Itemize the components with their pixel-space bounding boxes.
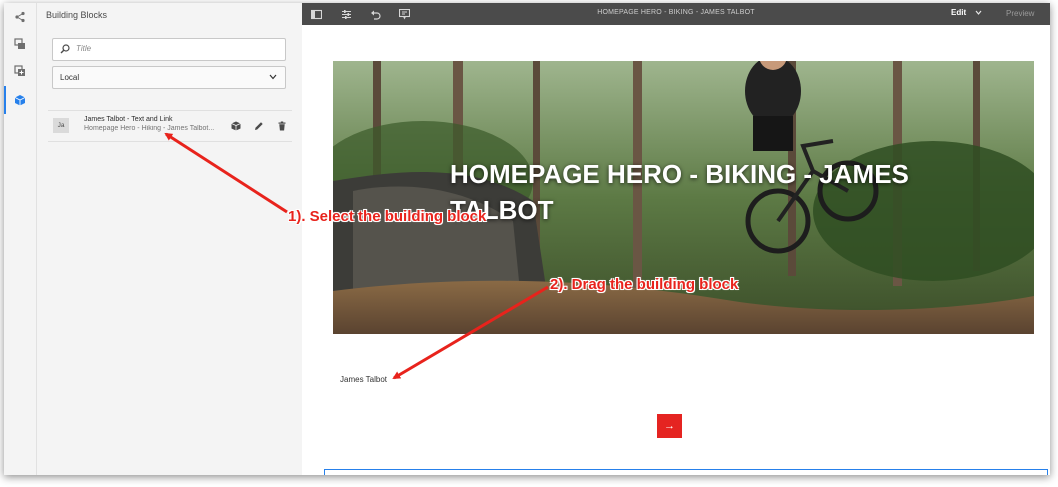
annotation-step1: 1). Select the building block (288, 208, 487, 225)
filter-select[interactable]: Local (52, 66, 286, 89)
chevron-down-icon (269, 74, 277, 80)
annotate-icon[interactable] (398, 8, 410, 20)
building-blocks-icon[interactable] (4, 86, 30, 114)
search-placeholder: Title (76, 44, 92, 53)
delete-icon[interactable] (276, 120, 287, 131)
share-icon[interactable] (10, 7, 30, 27)
arrow-right-button[interactable]: → (657, 414, 682, 438)
item-title: James Talbot - Text and Link (84, 116, 173, 123)
undo-icon[interactable] (369, 8, 381, 20)
preview-button[interactable]: Preview (1006, 9, 1034, 18)
panel-title: Building Blocks (46, 10, 108, 20)
hero-image[interactable]: HOMEPAGE HERO - BIKING - JAMES TALBOT (333, 61, 1034, 334)
editor-window: Building Blocks Title Local Ja James Tal… (4, 3, 1050, 475)
editor-toolbar: HOMEPAGE HERO - BIKING - JAMES TALBOT Ed… (302, 3, 1050, 25)
drop-zone[interactable] (324, 469, 1048, 475)
annotation-step2: 2). Drag the building block (550, 276, 739, 293)
chevron-down-icon[interactable] (975, 10, 982, 16)
item-subtitle: Homepage Hero - Hiking - James Talbot... (84, 125, 214, 132)
page-canvas: HOMEPAGE HERO - BIKING - JAMES TALBOT Ja… (302, 25, 1050, 475)
avatar: Ja (53, 118, 69, 133)
assets-icon[interactable] (10, 61, 30, 81)
package-icon[interactable] (230, 120, 241, 131)
search-input[interactable]: Title (52, 38, 286, 61)
hero-title: HOMEPAGE HERO - BIKING - JAMES TALBOT (450, 159, 909, 225)
page-properties-icon[interactable] (340, 8, 352, 20)
filter-value: Local (60, 73, 80, 82)
layers-icon[interactable] (10, 34, 30, 54)
search-icon (60, 44, 70, 54)
building-blocks-panel: Building Blocks Title Local Ja James Tal… (37, 3, 303, 475)
mode-selector[interactable]: Edit (951, 8, 966, 17)
side-rail (4, 3, 37, 475)
toggle-side-panel-icon[interactable] (310, 8, 322, 20)
body-text[interactable]: James Talbot (340, 375, 387, 384)
edit-icon[interactable] (253, 120, 264, 131)
page-title: HOMEPAGE HERO - BIKING - JAMES TALBOT (597, 9, 755, 16)
list-item[interactable]: Ja James Talbot - Text and Link Homepage… (48, 110, 292, 142)
